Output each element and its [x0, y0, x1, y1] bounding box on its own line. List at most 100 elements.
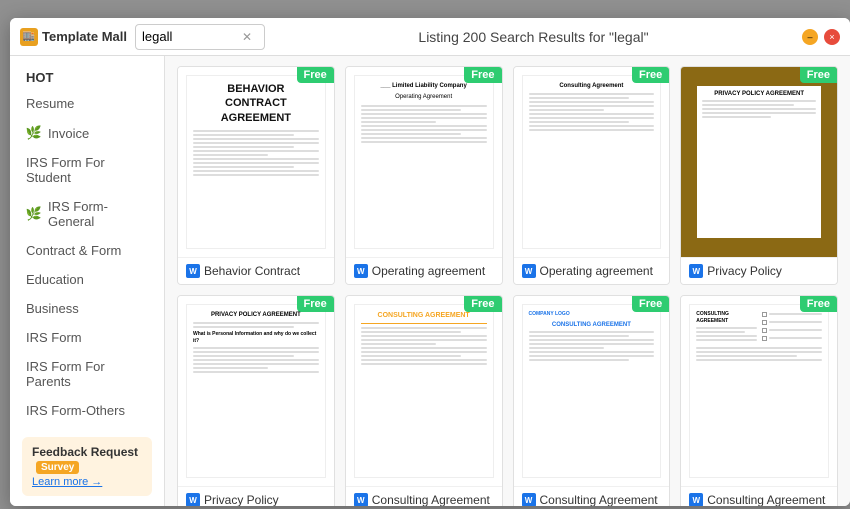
sidebar-item-business[interactable]: Business [10, 294, 164, 323]
modal-logo: 🏬 Template Mall [20, 28, 127, 46]
free-badge: Free [800, 296, 837, 312]
doc-line [702, 108, 817, 110]
doc-line [769, 313, 822, 315]
doc-line [702, 100, 817, 102]
doc-line [529, 121, 630, 123]
template-mall-modal: 🏬 Template Mall ✕ Listing 200 Search Res… [10, 18, 850, 506]
card-preview: COMPANY LOGO CONSULTING AGREEMENT [514, 296, 670, 486]
doc-line [361, 331, 462, 333]
feedback-survey-badge: Survey [36, 461, 79, 474]
sidebar-item-irs-form-label: IRS Form [26, 330, 82, 345]
privacy-inner-doc: PRIVACY POLICY AGREEMENT [697, 86, 822, 238]
close-button[interactable]: × [824, 29, 840, 45]
template-card-operating-agreement-2[interactable]: Free Consulting Agreement [513, 66, 671, 285]
doc-line [769, 321, 822, 323]
template-card-consulting-2[interactable]: Free COMPANY LOGO CONSULTING AGREEMENT [513, 295, 671, 506]
doc-line [193, 134, 294, 136]
sidebar-item-invoice-label: Invoice [48, 126, 89, 141]
doc-line [193, 174, 319, 176]
doc-line [193, 371, 319, 373]
doc-line [193, 130, 319, 132]
doc-line [529, 359, 630, 361]
doc-line [529, 117, 655, 119]
template-card-behavior-contract[interactable]: Free BEHAVIORCONTRACTAGREEMENT [177, 66, 335, 285]
search-clear-icon[interactable]: ✕ [242, 30, 252, 44]
doc-type-icon: W [186, 264, 200, 278]
consulting-yellow-title: CONSULTING AGREEMENT [361, 311, 487, 324]
feedback-box: Feedback Request Survey Learn more → [22, 437, 152, 496]
doc-line [769, 329, 822, 331]
template-card-operating-agreement-1[interactable]: Free ___ Limited Liability Company Opera… [345, 66, 503, 285]
search-box[interactable]: ✕ [135, 24, 265, 50]
card-preview: CONSULTING AGREEMENT [346, 296, 502, 486]
checkbox [762, 336, 767, 341]
feedback-learn-more-link[interactable]: Learn more → [32, 476, 142, 488]
checklist-row [762, 319, 822, 325]
mini-doc: COMPANY LOGO CONSULTING AGREEMENT [522, 304, 662, 478]
card-label: Operating agreement [540, 264, 653, 278]
sidebar-item-irs-parents[interactable]: IRS Form For Parents [10, 352, 164, 396]
doc-line [361, 109, 462, 111]
doc-type-icon: W [689, 493, 703, 506]
doc-line [529, 129, 655, 131]
doc-line [529, 331, 655, 333]
free-badge: Free [632, 296, 669, 312]
results-grid: Free BEHAVIORCONTRACTAGREEMENT [177, 66, 838, 506]
doc-line [361, 117, 487, 119]
card-footer: W Behavior Contract [178, 257, 334, 284]
card-preview: ___ Limited Liability Company Operating … [346, 67, 502, 257]
sidebar-item-contract[interactable]: Contract & Form [10, 236, 164, 265]
minimize-button[interactable]: – [802, 29, 818, 45]
template-card-privacy-policy-2[interactable]: Free PRIVACY POLICY AGREEMENT What is Pe… [177, 295, 335, 506]
free-badge: Free [464, 296, 501, 312]
doc-section-header: What is Personal Information and why do … [193, 331, 319, 345]
doc-line [702, 112, 817, 114]
sidebar: HOT Resume 🌿 Invoice IRS Form For Studen… [10, 56, 165, 506]
template-card-consulting-3[interactable]: Free CONSULTING AGREEMENT [680, 295, 838, 506]
doc-line [529, 125, 655, 127]
sidebar-item-irs-general[interactable]: 🌿 IRS Form-General [10, 192, 164, 236]
doc-line [193, 150, 319, 152]
sidebar-item-education[interactable]: Education [10, 265, 164, 294]
card-preview: CONSULTING AGREEMENT [681, 296, 837, 486]
doc-line [529, 97, 630, 99]
doc-line [529, 355, 655, 357]
doc-line [696, 335, 756, 337]
search-input[interactable] [142, 29, 242, 44]
doc-line [696, 327, 756, 329]
card-label: Operating agreement [372, 264, 485, 278]
doc-line [193, 142, 319, 144]
doc-line [696, 347, 822, 349]
sidebar-item-irs-others[interactable]: IRS Form-Others [10, 396, 164, 425]
behavior-contract-title: BEHAVIORCONTRACTAGREEMENT [193, 82, 319, 125]
sidebar-item-resume[interactable]: Resume [10, 89, 164, 118]
card-footer: W Consulting Agreement [681, 486, 837, 506]
card-footer: W Privacy Policy [178, 486, 334, 506]
doc-type-icon: W [354, 264, 368, 278]
sidebar-item-irs-student[interactable]: IRS Form For Student [10, 148, 164, 192]
card-footer: W Operating agreement [514, 257, 670, 284]
doc-line [361, 113, 487, 115]
checkbox [762, 328, 767, 333]
sidebar-item-irs-form[interactable]: IRS Form [10, 323, 164, 352]
sidebar-item-education-label: Education [26, 272, 84, 287]
card-footer: W Operating agreement [346, 257, 502, 284]
doc-line [193, 359, 319, 361]
card-label: Privacy Policy [204, 493, 279, 506]
card-footer: W Consulting Agreement [346, 486, 502, 506]
doc-line [361, 347, 487, 349]
doc-line [193, 166, 294, 168]
template-card-consulting-1[interactable]: Free CONSULTING AGREEMENT [345, 295, 503, 506]
doc-line [361, 363, 487, 365]
doc-line [696, 339, 756, 341]
sidebar-item-invoice[interactable]: 🌿 Invoice [10, 118, 164, 148]
doc-type-icon: W [522, 493, 536, 506]
doc-line [529, 339, 655, 341]
privacy-policy-title-2: PRIVACY POLICY AGREEMENT [193, 311, 319, 319]
template-card-privacy-policy-1[interactable]: Free PRIVACY POLICY AGREEMENT W [680, 66, 838, 285]
doc-line [361, 339, 487, 341]
doc-line [193, 347, 319, 349]
doc-line [193, 158, 319, 160]
doc-line [529, 343, 655, 345]
doc-type-icon: W [186, 493, 200, 506]
